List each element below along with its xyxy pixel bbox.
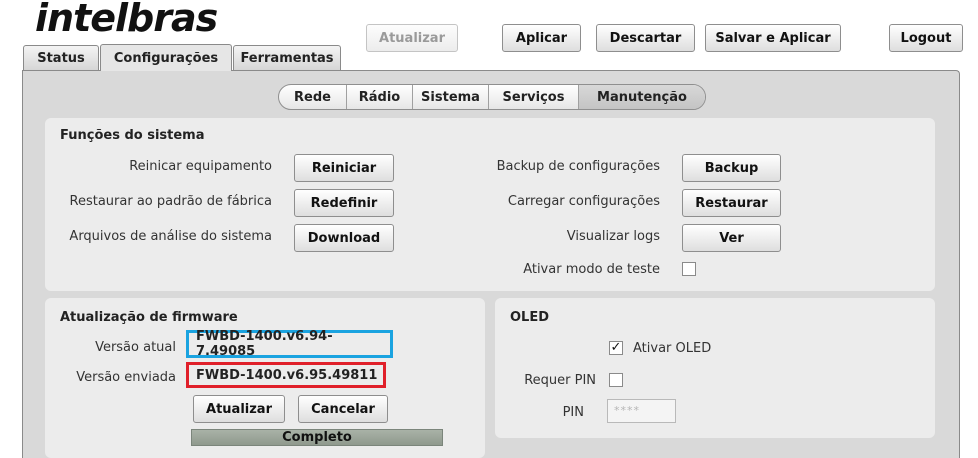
firmware-progress-bar: Completo — [191, 429, 443, 446]
backup-label: Backup de configurações — [496, 159, 660, 174]
logs-label: Visualizar logs — [566, 229, 660, 244]
carregar-label: Carregar configurações — [507, 194, 660, 209]
subnav-manutencao[interactable]: Manutenção — [579, 85, 705, 109]
salvar-aplicar-button[interactable]: Salvar e Aplicar — [705, 24, 841, 52]
pin-label: PIN — [562, 405, 584, 420]
modo-teste-checkbox[interactable] — [682, 262, 696, 276]
versao-enviada-label: Versão enviada — [76, 370, 176, 385]
intelbras-logo: intelbras — [35, 0, 218, 40]
requer-pin-label: Requer PIN — [524, 373, 596, 388]
subnav-radio[interactable]: Rádio — [347, 85, 413, 109]
tab-ferramentas[interactable]: Ferramentas — [233, 45, 341, 70]
checkmark-icon: ✓ — [610, 340, 622, 355]
descartar-button[interactable]: Descartar — [596, 24, 695, 52]
restaurar-button[interactable]: Restaurar — [682, 189, 781, 217]
analise-sistema-label: Arquivos de análise do sistema — [69, 229, 272, 244]
sub-navigation: Rede Rádio Sistema Serviços Manutenção — [278, 84, 706, 110]
ativar-oled-label: Ativar OLED — [633, 341, 712, 356]
requer-pin-checkbox[interactable] — [609, 373, 623, 387]
logout-button[interactable]: Logout — [889, 24, 963, 52]
versao-atual-value: FWBD-1400.v6.94-7.49085 — [186, 329, 393, 359]
ativar-oled-checkbox[interactable]: ✓ — [609, 341, 623, 355]
top-atualizar-button[interactable]: Atualizar — [366, 24, 458, 52]
backup-button[interactable]: Backup — [682, 154, 781, 182]
aplicar-button[interactable]: Aplicar — [502, 24, 581, 52]
modo-teste-label: Ativar modo de teste — [523, 262, 660, 277]
ver-button[interactable]: Ver — [682, 224, 781, 252]
download-button[interactable]: Download — [294, 224, 394, 252]
versao-enviada-value: FWBD-1400.v6.95.49811 — [186, 362, 386, 388]
subnav-rede[interactable]: Rede — [279, 85, 347, 109]
pin-input[interactable]: **** — [607, 399, 676, 423]
reiniciar-button[interactable]: Reiniciar — [294, 154, 394, 182]
tab-configuracoes[interactable]: Configurações — [100, 44, 232, 71]
atualizar-firmware-button[interactable]: Atualizar — [193, 395, 285, 423]
firmware-title: Atualização de firmware — [60, 310, 238, 325]
subnav-sistema[interactable]: Sistema — [413, 85, 489, 109]
subnav-servicos[interactable]: Serviços — [489, 85, 579, 109]
versao-atual-label: Versão atual — [95, 340, 176, 355]
restaurar-padrao-label: Restaurar ao padrão de fábrica — [69, 194, 272, 209]
oled-title: OLED — [510, 310, 550, 325]
system-functions-title: Funções do sistema — [60, 128, 205, 143]
cancelar-button[interactable]: Cancelar — [298, 395, 388, 423]
tab-status[interactable]: Status — [23, 45, 99, 70]
redefinir-button[interactable]: Redefinir — [294, 189, 394, 217]
reiniciar-label: Reinicar equipamento — [129, 159, 272, 174]
